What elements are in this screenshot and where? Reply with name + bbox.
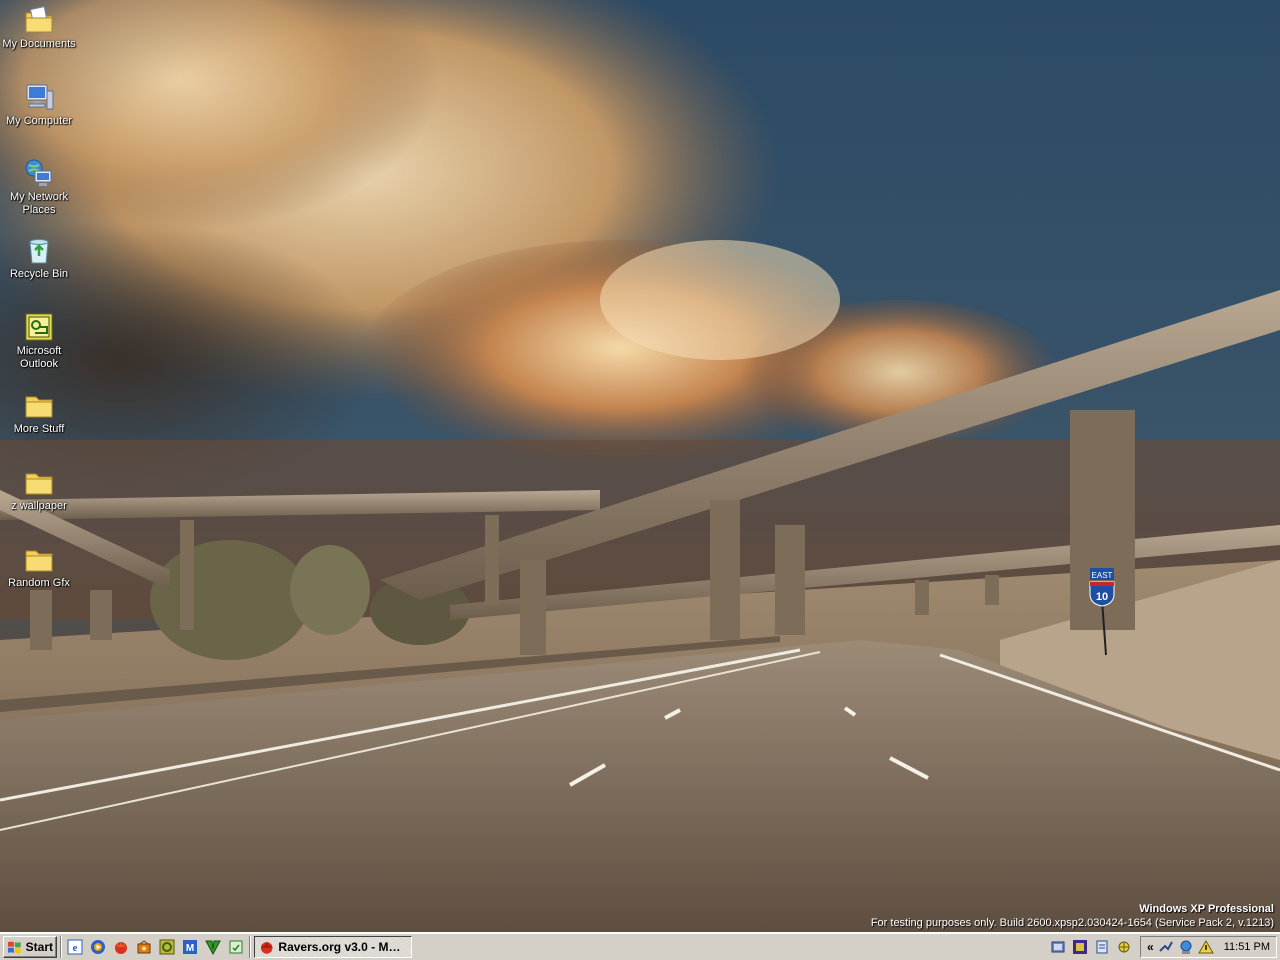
desktop-icon-label: Random Gfx — [8, 577, 70, 589]
desktop-icon-network-places[interactable]: My Network Places — [0, 157, 78, 217]
folder-icon — [25, 550, 53, 572]
desktop-icon-label: Recycle Bin — [9, 268, 69, 280]
my-documents-icon — [25, 6, 53, 33]
outlook-icon — [25, 313, 53, 341]
tray-extra-icons — [1050, 939, 1132, 955]
watermark-title: Windows XP Professional — [1139, 903, 1274, 915]
desktop-icon-outlook[interactable]: Microsoft Outlook — [0, 311, 78, 371]
folder-icon — [25, 473, 53, 495]
ie-icon: e — [67, 939, 83, 954]
desktop-icon-label: My Network Places — [9, 191, 69, 216]
taskbar-button-mozilla[interactable]: Ravers.org v3.0 - Moz... — [254, 935, 412, 958]
windows-logo-icon — [7, 941, 21, 953]
quick-launch-app[interactable] — [157, 937, 177, 957]
notepad-icon — [229, 940, 243, 953]
app-icon — [159, 939, 175, 954]
watermark-build: For testing purposes only. Build 2600.xp… — [870, 917, 1274, 929]
media-player-icon — [91, 939, 105, 954]
desktop-icon-label: My Computer — [5, 115, 73, 127]
mozilla-icon — [260, 941, 273, 954]
recycle-bin-icon — [29, 239, 49, 264]
network-places-icon — [25, 159, 52, 186]
firefox-icon — [115, 941, 127, 954]
quick-launch-winamp[interactable] — [134, 937, 154, 957]
app-tray-icon[interactable] — [1050, 939, 1066, 955]
app-tray-icon[interactable] — [1116, 939, 1132, 955]
messenger-icon: M — [183, 939, 197, 954]
my-computer-icon — [26, 84, 54, 110]
taskbar: Start e M Ravers.org v3.0 - Moz... « 11:… — [0, 932, 1280, 960]
tray-clock[interactable]: 11:51 PM — [1224, 941, 1270, 953]
quick-launch-firefox[interactable] — [111, 937, 131, 957]
network-tray-icon[interactable] — [1158, 939, 1174, 955]
wallpaper: EAST 10 — [0, 0, 1280, 932]
svg-text:e: e — [73, 942, 78, 954]
system-tray: « 11:51 PM — [1140, 935, 1277, 958]
app-tray-icon[interactable] — [1094, 939, 1110, 955]
quick-launch-vim[interactable] — [203, 937, 223, 957]
taskbar-separator — [249, 935, 251, 958]
desktop-icon-recycle-bin[interactable]: Recycle Bin — [0, 234, 78, 281]
sign-direction: EAST — [1092, 571, 1113, 580]
taskbar-separator — [60, 935, 62, 958]
desktop-icon-label: z wallpaper — [11, 500, 67, 512]
quick-launch-media-player[interactable] — [88, 937, 108, 957]
taskbar-button-label: Ravers.org v3.0 - Moz... — [278, 939, 407, 954]
quick-launch: e M — [65, 937, 246, 957]
winamp-icon — [137, 939, 151, 953]
folder-icon — [25, 396, 53, 418]
warning-tray-icon[interactable] — [1197, 939, 1214, 955]
desktop-icon-more-stuff[interactable]: More Stuff — [0, 389, 78, 436]
desktop-icon-label: More Stuff — [13, 423, 65, 435]
start-label: Start — [25, 939, 53, 954]
desktop-icon-label: Microsoft Outlook — [16, 345, 62, 370]
start-button[interactable]: Start — [3, 935, 57, 958]
vim-icon — [205, 940, 221, 955]
quick-launch-notepad[interactable] — [226, 937, 246, 957]
globe-tray-icon[interactable] — [1178, 939, 1194, 955]
app-tray-icon[interactable] — [1072, 939, 1088, 955]
desktop-icon-label: My Documents — [2, 38, 76, 50]
desktop[interactable]: EAST 10 My Documents My Computer My Netw… — [0, 0, 1280, 932]
quick-launch-messenger[interactable]: M — [180, 937, 200, 957]
sign-number: 10 — [1096, 591, 1108, 603]
desktop-icon-random-gfx[interactable]: Random Gfx — [0, 543, 78, 590]
tray-expand-chevron[interactable]: « — [1147, 940, 1154, 954]
svg-text:M: M — [186, 943, 194, 954]
desktop-icon-my-documents[interactable]: My Documents — [0, 4, 78, 51]
quick-launch-ie[interactable]: e — [65, 937, 85, 957]
desktop-icon-my-computer[interactable]: My Computer — [0, 81, 78, 128]
desktop-icon-z-wallpaper[interactable]: z wallpaper — [0, 466, 78, 513]
windows-watermark: Windows XP Professional For testing purp… — [871, 902, 1274, 930]
